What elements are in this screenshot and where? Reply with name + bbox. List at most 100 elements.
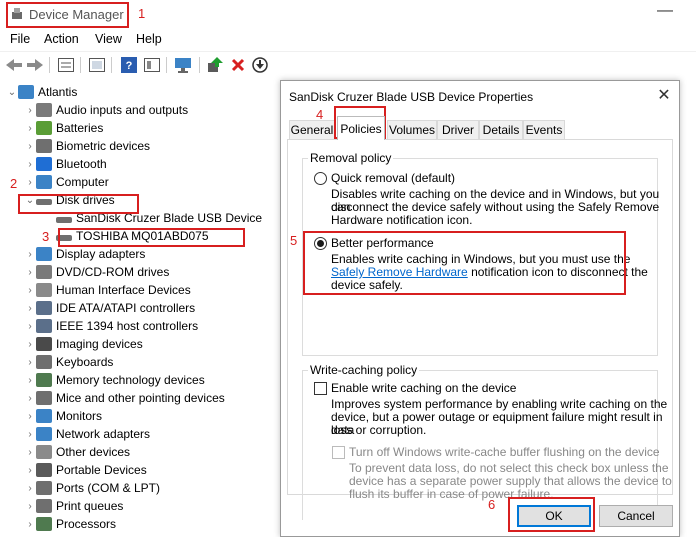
tree-item[interactable]: › Processors [24,515,116,533]
quick-removal-label[interactable]: Quick removal (default) [331,172,455,185]
tab-volumes[interactable]: Volumes [387,120,437,139]
chevron-right-icon[interactable]: › [24,285,36,296]
chevron-right-icon[interactable]: › [24,519,36,530]
tree-item-label: Keyboards [56,355,114,369]
tree-item[interactable]: › Audio inputs and outputs [24,101,188,119]
port-icon [36,481,52,495]
chevron-right-icon[interactable]: › [24,321,36,332]
turn-off-flushing-checkbox[interactable] [332,446,345,459]
tree-item[interactable]: › Display adapters [24,245,145,263]
chevron-right-icon[interactable]: › [24,249,36,260]
tree-item[interactable]: › Imaging devices [24,335,143,353]
chevron-right-icon[interactable]: › [24,141,36,152]
dvd-icon [36,265,52,279]
chevron-right-icon[interactable]: › [24,339,36,350]
menu-action[interactable]: Action [44,32,79,46]
minimize-icon[interactable]: — [655,2,675,20]
chevron-right-icon[interactable]: › [24,357,36,368]
download-icon[interactable] [251,56,269,74]
tree-item[interactable]: › Mice and other pointing devices [24,389,225,407]
tree-item-label: DVD/CD-ROM drives [56,265,170,279]
chevron-right-icon[interactable]: › [24,105,36,116]
chevron-right-icon[interactable]: › [24,393,36,404]
forward-icon[interactable] [26,56,44,74]
tab-panel-policies: Removal policy Quick removal (default) D… [287,139,673,520]
tree-item-label: Biometric devices [56,139,151,153]
tree-item-label: Memory technology devices [56,373,205,387]
enable-write-caching-checkbox[interactable] [314,382,327,395]
annotation-number-5: 5 [290,233,298,248]
tree-item[interactable]: › Batteries [24,119,103,137]
hid-icon [36,283,52,297]
menu-view[interactable]: View [95,32,122,46]
enable-write-caching-label[interactable]: Enable write caching on the device [331,382,516,395]
chevron-right-icon[interactable]: › [24,483,36,494]
processor-icon [36,517,52,531]
tree-item[interactable]: › Monitors [24,407,102,425]
tree-item-label: IEEE 1394 host controllers [56,319,199,333]
chevron-right-icon[interactable]: › [24,267,36,278]
toolbar-separator [166,57,167,73]
tree-item[interactable]: › Biometric devices [24,137,150,155]
tree-item[interactable]: › IEEE 1394 host controllers [24,317,198,335]
chevron-right-icon[interactable]: › [24,429,36,440]
tree-item[interactable]: › Bluetooth [24,155,107,173]
removal-policy-title: Removal policy [308,151,394,165]
tab-general[interactable]: General [289,120,335,139]
chevron-right-icon[interactable]: › [24,411,36,422]
tree-item[interactable]: › Human Interface Devices [24,281,191,299]
disk-icon [56,217,72,223]
tree-item[interactable]: › Memory technology devices [24,371,205,389]
back-icon[interactable] [5,56,23,74]
close-icon[interactable]: ✕ [655,85,673,105]
turn-off-flushing-label[interactable]: Turn off Windows write-cache buffer flus… [349,446,660,459]
chevron-right-icon[interactable]: › [24,123,36,134]
tree-item[interactable]: › DVD/CD-ROM drives [24,263,169,281]
write-caching-title: Write-caching policy [308,363,420,377]
quick-removal-radio[interactable] [314,172,327,185]
chevron-down-icon[interactable]: ⌄ [6,87,18,98]
chevron-right-icon[interactable]: › [24,177,36,188]
svg-text:?: ? [126,60,133,72]
chevron-right-icon[interactable]: › [24,465,36,476]
properties-icon[interactable] [57,56,75,74]
update-icon[interactable] [88,56,106,74]
annotation-box-3 [58,228,245,247]
view-icon[interactable] [143,56,161,74]
tab-driver[interactable]: Driver [437,120,479,139]
tree-item[interactable]: › Ports (COM & LPT) [24,479,160,497]
monitor-icon[interactable] [174,56,192,74]
tree-item-label: Network adapters [56,427,151,441]
tab-policies[interactable]: Policies [337,116,385,140]
menu-file[interactable]: File [10,32,30,46]
tree-item[interactable]: › Other devices [24,443,130,461]
tree-item[interactable]: › IDE ATA/ATAPI controllers [24,299,195,317]
tree-item[interactable]: › Computer [24,173,109,191]
annotation-number-4: 4 [316,107,324,122]
bluetooth-icon [36,157,52,171]
tab-events[interactable]: Events [523,120,565,139]
tree-item[interactable]: › Keyboards [24,353,113,371]
properties-dialog: SanDisk Cruzer Blade USB Device Properti… [280,80,680,537]
computer-icon [18,85,34,99]
menu-help[interactable]: Help [136,32,162,46]
portable-icon [36,463,52,477]
chevron-right-icon[interactable]: › [24,447,36,458]
annotation-number-3: 3 [42,229,50,244]
tree-item-label: Mice and other pointing devices [56,391,225,405]
add-driver-icon[interactable] [206,56,224,74]
chevron-right-icon[interactable]: › [24,303,36,314]
tree-item[interactable]: › Print queues [24,497,123,515]
help-icon[interactable]: ? [120,56,138,74]
battery-icon [36,121,52,135]
chevron-right-icon[interactable]: › [24,159,36,170]
uninstall-icon[interactable] [229,56,247,74]
chevron-right-icon[interactable]: › [24,501,36,512]
toolbar-separator [111,57,112,73]
chevron-right-icon[interactable]: › [24,375,36,386]
tab-details[interactable]: Details [479,120,523,139]
cancel-button[interactable]: Cancel [599,505,673,527]
tree-root[interactable]: ⌄ Atlantis [6,83,77,101]
tree-item[interactable]: › Network adapters [24,425,150,443]
tree-item[interactable]: › Portable Devices [24,461,147,479]
